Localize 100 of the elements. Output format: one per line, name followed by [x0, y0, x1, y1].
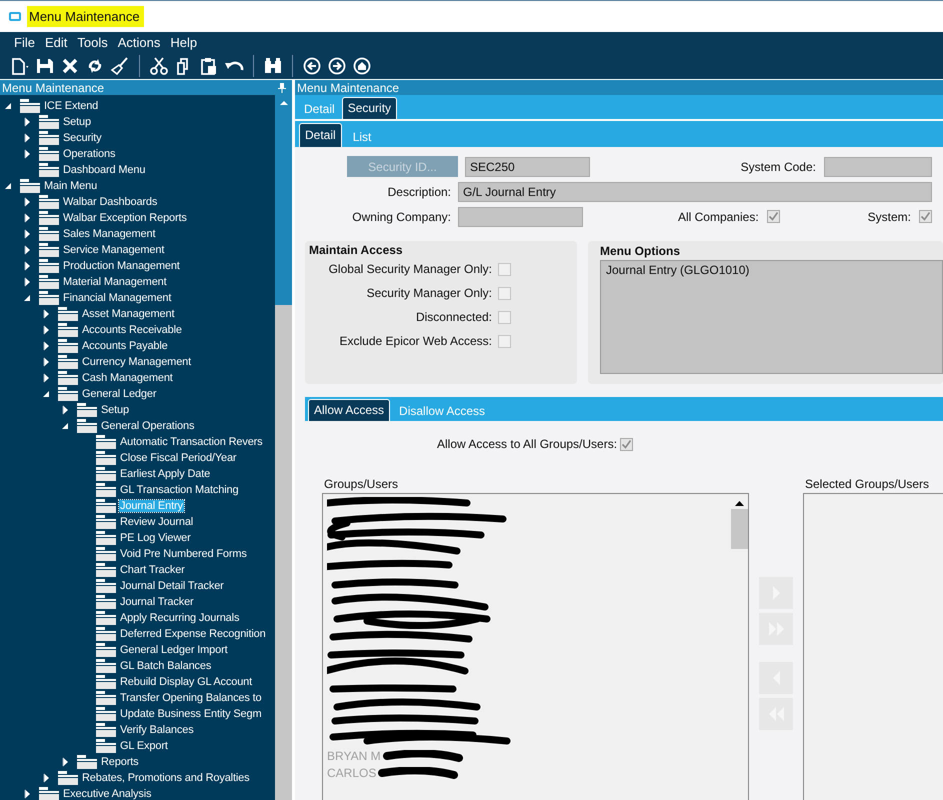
tree-item[interactable]: Service Management: [62, 244, 166, 256]
expand-arrow-icon[interactable]: [22, 261, 32, 271]
menu-item[interactable]: File: [14, 34, 35, 50]
expand-arrow-icon[interactable]: [22, 789, 32, 799]
tree-item[interactable]: Chart Tracker: [119, 564, 186, 576]
owning-company-field[interactable]: [458, 206, 583, 226]
tree-item[interactable]: Review Journal: [119, 516, 194, 528]
expand-arrow-icon[interactable]: [41, 325, 51, 335]
tree-item[interactable]: General Operations: [100, 420, 196, 432]
expand-arrow-icon[interactable]: [22, 117, 32, 127]
tree-item[interactable]: Financial Management: [62, 292, 172, 304]
tree-item[interactable]: Setup: [62, 116, 92, 128]
tree-item[interactable]: PE Log Viewer: [119, 532, 192, 544]
menu-item[interactable]: Actions: [118, 34, 160, 50]
checkbox[interactable]: [498, 310, 511, 324]
tree-item[interactable]: Update Business Entity Segm: [119, 708, 262, 720]
tree-item[interactable]: Walbar Dashboards: [62, 196, 158, 208]
checkbox[interactable]: [620, 438, 634, 450]
checkbox[interactable]: [919, 210, 932, 223]
delete-icon[interactable]: [60, 56, 80, 74]
checkbox[interactable]: [766, 210, 780, 223]
security-id-field[interactable]: SEC250: [465, 156, 590, 176]
tree-item[interactable]: General Ledger: [81, 388, 158, 400]
tree-item[interactable]: Deferred Expense Recognition: [119, 628, 267, 640]
tree-item[interactable]: GL Batch Balances: [119, 660, 212, 672]
expand-arrow-icon[interactable]: [41, 773, 51, 783]
paste-icon[interactable]: [199, 56, 219, 74]
expand-arrow-icon[interactable]: [60, 757, 70, 767]
tree-item[interactable]: Verify Balances: [119, 724, 195, 736]
collapse-arrow-icon[interactable]: [22, 293, 32, 303]
description-field[interactable]: G/L Journal Entry: [458, 182, 932, 202]
tree-item[interactable]: Main Menu: [43, 180, 98, 192]
tree-item[interactable]: Executive Analysis: [62, 788, 152, 800]
tree-item[interactable]: Accounts Receivable: [81, 324, 183, 336]
forward-icon[interactable]: [327, 56, 347, 74]
scissors-icon[interactable]: [149, 56, 169, 74]
scrollbar[interactable]: [275, 95, 292, 800]
scroll-thumb[interactable]: [275, 305, 292, 800]
expand-arrow-icon[interactable]: [22, 229, 32, 239]
menu-item[interactable]: Tools: [77, 34, 108, 50]
menu-item[interactable]: Help: [170, 34, 198, 50]
checkbox[interactable]: [498, 334, 511, 348]
tree-item[interactable]: Journal Detail Tracker: [119, 580, 225, 592]
tree-item[interactable]: General Ledger Import: [119, 644, 229, 656]
collapse-arrow-icon[interactable]: [3, 181, 13, 191]
tree-item[interactable]: Automatic Transaction Revers: [119, 436, 264, 448]
tree-item[interactable]: Earliest Apply Date: [119, 468, 212, 480]
tree-item[interactable]: Production Management: [62, 260, 181, 272]
list-item[interactable]: Journal Entry (GLGO1010): [606, 263, 937, 277]
tab[interactable]: Detail: [299, 123, 342, 147]
expand-arrow-icon[interactable]: [60, 405, 70, 415]
collapse-arrow-icon[interactable]: [60, 421, 70, 431]
tree-item[interactable]: Apply Recurring Journals: [119, 612, 240, 624]
checkbox[interactable]: [498, 286, 511, 300]
back-icon[interactable]: [302, 56, 322, 74]
expand-arrow-icon[interactable]: [41, 341, 51, 351]
tree-item[interactable]: Transfer Opening Balances to: [119, 692, 263, 704]
scroll-up-icon[interactable]: [734, 500, 744, 506]
system-code-field[interactable]: [824, 156, 932, 176]
tree-item[interactable]: Asset Management: [81, 308, 176, 320]
expand-arrow-icon[interactable]: [22, 133, 32, 143]
brush-icon[interactable]: [110, 56, 130, 74]
tree-item[interactable]: Material Management: [62, 276, 168, 288]
tree-item[interactable]: GL Export: [119, 740, 169, 752]
save-icon[interactable]: [35, 56, 55, 74]
expand-arrow-icon[interactable]: [22, 213, 32, 223]
tree-item[interactable]: Close Fiscal Period/Year: [119, 452, 238, 464]
tab[interactable]: Allow Access: [308, 399, 390, 421]
expand-arrow-icon[interactable]: [41, 357, 51, 367]
tree-item[interactable]: Accounts Payable: [81, 340, 169, 352]
expand-arrow-icon[interactable]: [22, 245, 32, 255]
home-icon[interactable]: [352, 56, 372, 74]
expand-arrow-icon[interactable]: [41, 309, 51, 319]
tree-item[interactable]: Currency Management: [81, 356, 192, 368]
expand-arrow-icon[interactable]: [22, 277, 32, 287]
expand-arrow-icon[interactable]: [22, 197, 32, 207]
tree-item[interactable]: Rebates, Promotions and Royalties: [81, 772, 250, 784]
tree-item[interactable]: Void Pre Numbered Forms: [119, 548, 248, 560]
tree-item[interactable]: Setup: [100, 404, 130, 416]
tree-item[interactable]: Dashboard Menu: [62, 164, 146, 176]
collapse-arrow-icon[interactable]: [3, 101, 13, 111]
new-document-icon[interactable]: [10, 56, 30, 74]
tree-item[interactable]: Security: [62, 132, 103, 144]
tab[interactable]: Security: [342, 97, 398, 119]
tree-item[interactable]: Operations: [62, 148, 116, 160]
tree-item[interactable]: Rebuild Display GL Account: [119, 676, 254, 688]
tree-item[interactable]: Reports: [100, 756, 140, 768]
tree-item[interactable]: Cash Management: [81, 372, 174, 384]
collapse-arrow-icon[interactable]: [41, 389, 51, 399]
expand-arrow-icon[interactable]: [22, 149, 32, 159]
tree-item[interactable]: Walbar Exception Reports: [62, 212, 188, 224]
checkbox[interactable]: [498, 262, 511, 276]
scroll-thumb[interactable]: [730, 509, 748, 549]
pin-icon[interactable]: [278, 82, 286, 92]
binoculars-icon[interactable]: [263, 56, 283, 74]
menu-item[interactable]: Edit: [44, 34, 68, 50]
expand-arrow-icon[interactable]: [41, 373, 51, 383]
tree-item[interactable]: Journal Tracker: [119, 596, 195, 608]
tree-item[interactable]: ICE Extend: [43, 100, 100, 112]
tree-item[interactable]: GL Transaction Matching: [119, 484, 240, 496]
